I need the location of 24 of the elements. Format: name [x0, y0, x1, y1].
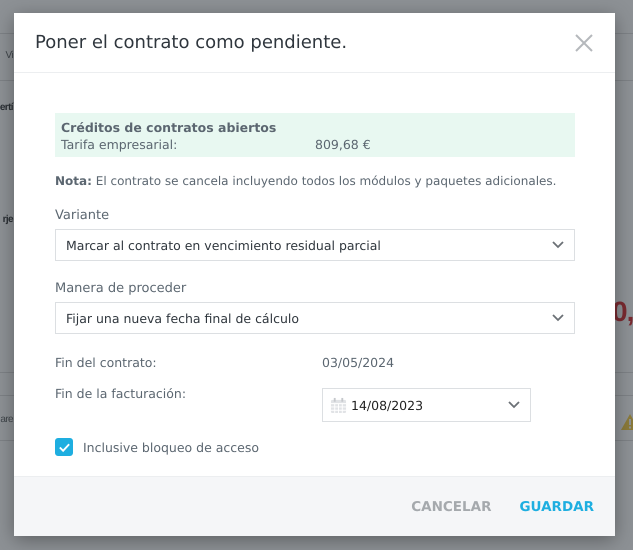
- close-icon[interactable]: [575, 34, 593, 52]
- variant-dropdown[interactable]: Marcar al contrato en vencimiento residual parcial: [55, 229, 575, 261]
- procedure-dropdown[interactable]: Fijar una nueva fecha final de cálculo: [55, 302, 575, 334]
- credits-amount: 809,68 €: [315, 137, 371, 152]
- field-label: Manera de proceder: [55, 281, 188, 296]
- note-text: Nota: El contrato se cancela incluyendo todos los módulos y paquetes adicionales.: [55, 174, 558, 188]
- field-label: Fin de la facturación:: [55, 386, 188, 403]
- field-label: Variante: [55, 208, 110, 223]
- background-text: ertí: [0, 102, 13, 113]
- chevron-down-icon: [508, 401, 520, 409]
- background-text: are: [0, 414, 13, 425]
- checkbox[interactable]: [55, 438, 73, 456]
- dialog-title: Poner el contrato como pendiente.: [35, 32, 348, 53]
- checkbox-label: Inclusive bloqueo de acceso: [83, 440, 260, 454]
- field-label: Fin del contrato:: [55, 355, 158, 370]
- chevron-down-icon: [552, 241, 564, 249]
- contract-end-date: 03/05/2024: [322, 355, 394, 370]
- date-picker[interactable]: 14/08/2023: [322, 388, 531, 422]
- calendar-icon: [330, 396, 347, 414]
- background-text: Vi: [5, 50, 13, 61]
- background-text: rje: [2, 214, 13, 225]
- chevron-down-icon: [552, 314, 564, 322]
- credits-heading: Créditos de contratos abiertos: [61, 120, 278, 135]
- credits-label: Tarifa empresarial:: [61, 137, 178, 152]
